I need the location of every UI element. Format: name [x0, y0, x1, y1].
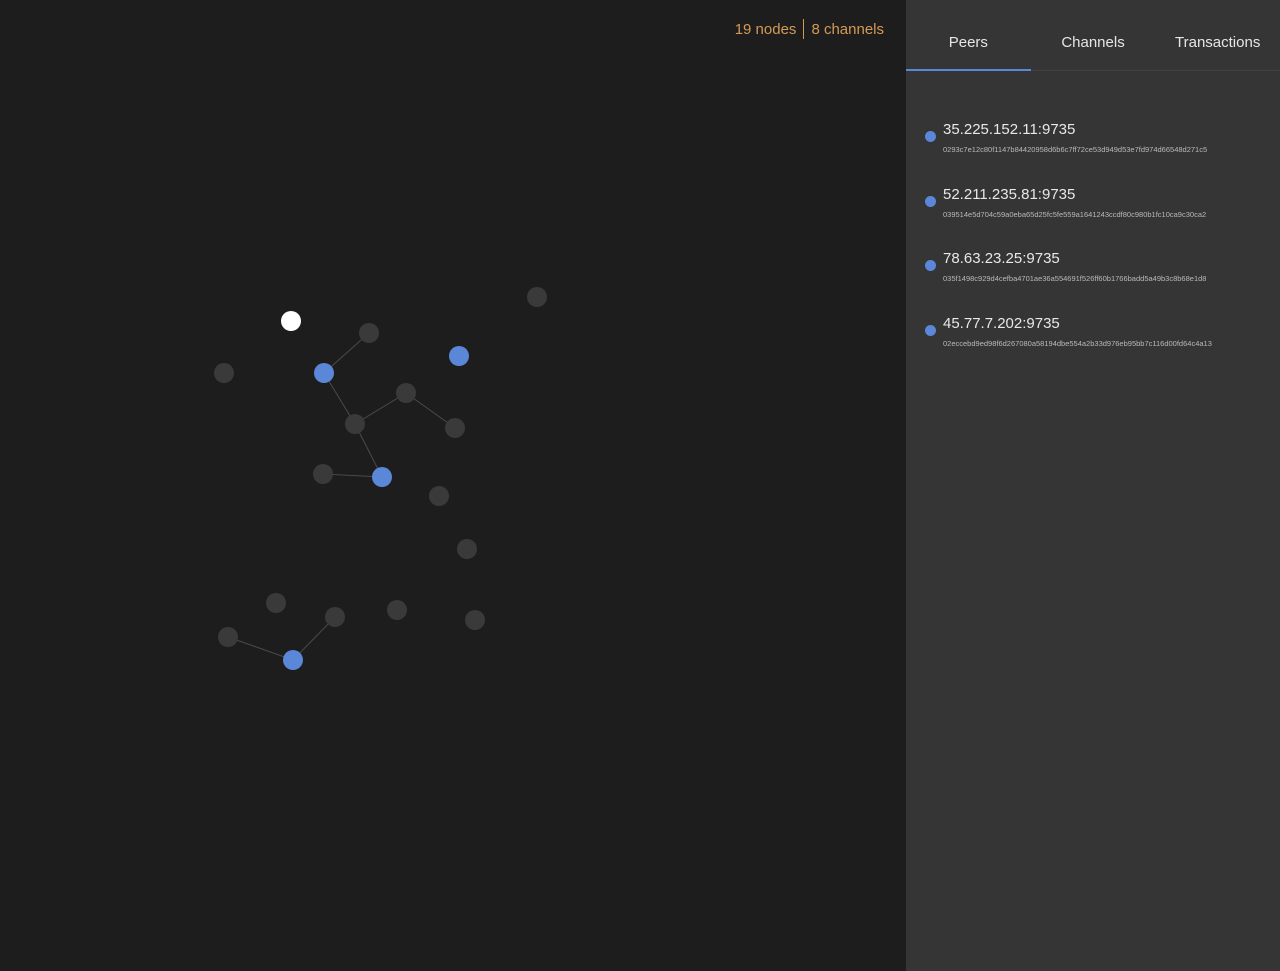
graph-stats: 19 nodes 8 channels — [735, 19, 884, 39]
network-graph-panel[interactable]: 19 nodes 8 channels — [0, 0, 906, 971]
network-node[interactable] — [465, 610, 485, 630]
network-node[interactable] — [457, 539, 477, 559]
network-node[interactable] — [214, 363, 234, 383]
peer-node[interactable] — [449, 346, 469, 366]
tab-transactions[interactable]: Transactions — [1155, 0, 1280, 70]
network-node[interactable] — [266, 593, 286, 613]
peer-item[interactable]: 52.211.235.81:9735 039514e5d704c59a0eba6… — [906, 186, 1280, 255]
peer-node[interactable] — [314, 363, 334, 383]
peer-node[interactable] — [283, 650, 303, 670]
channel-edge — [227, 636, 294, 661]
peer-pubkey: 035f1498c929d4cefba4701ae36a554691f526ff… — [943, 274, 1207, 284]
network-node[interactable] — [429, 486, 449, 506]
self-node[interactable] — [281, 311, 301, 331]
peer-address: 52.211.235.81:9735 — [943, 185, 1076, 203]
peer-pubkey: 039514e5d704c59a0eba65d25fc5fe559a164124… — [943, 209, 1207, 219]
sidebar: Peers Channels Transactions 35.225.152.1… — [906, 0, 1280, 971]
peer-status-dot — [925, 131, 936, 142]
sidebar-tabs: Peers Channels Transactions — [906, 0, 1280, 71]
peer-pubkey: 0293c7e12c80f1147b84420958d6b6c7ff72ce53… — [943, 145, 1208, 154]
peer-status-dot — [925, 260, 936, 272]
network-node[interactable] — [396, 383, 416, 403]
network-graph[interactable] — [0, 0, 906, 971]
network-node[interactable] — [445, 418, 465, 438]
network-node[interactable] — [527, 287, 547, 307]
tab-channels[interactable]: Channels — [1031, 0, 1156, 70]
peer-address: 78.63.23.25:9735 — [943, 250, 1060, 268]
peer-address: 35.225.152.11:9735 — [943, 121, 1076, 138]
channel-count: 8 channels — [811, 20, 884, 38]
peer-status-dot — [925, 195, 936, 207]
stats-divider — [803, 19, 805, 39]
network-node[interactable] — [359, 323, 379, 343]
network-node[interactable] — [387, 600, 407, 620]
network-node[interactable] — [325, 607, 345, 627]
peer-pubkey: 02eccebd9ed98f6d267080a58194dbe554a2b33d… — [943, 339, 1212, 349]
tab-peers[interactable]: Peers — [906, 0, 1031, 71]
network-node[interactable] — [313, 464, 333, 484]
peer-address: 45.77.7.202:9735 — [943, 315, 1060, 333]
peer-status-dot — [925, 325, 936, 337]
app-window: 19 nodes 8 channels Peers Channels Trans… — [0, 0, 1280, 971]
network-node[interactable] — [218, 627, 238, 647]
peer-node[interactable] — [372, 467, 392, 487]
peer-item[interactable]: 45.77.7.202:9735 02eccebd9ed98f6d267080a… — [906, 315, 1280, 384]
node-count: 19 nodes — [734, 20, 797, 38]
peer-item[interactable]: 78.63.23.25:9735 035f1498c929d4cefba4701… — [906, 250, 1280, 319]
peer-item[interactable]: 35.225.152.11:9735 0293c7e12c80f1147b844… — [906, 121, 1280, 190]
network-node[interactable] — [345, 414, 365, 434]
peer-list: 35.225.152.11:9735 0293c7e12c80f1147b844… — [906, 71, 1280, 384]
